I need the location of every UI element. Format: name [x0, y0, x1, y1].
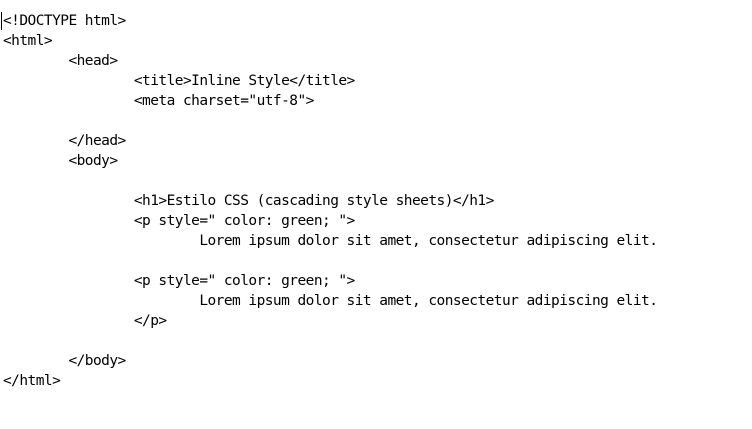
code-line[interactable]: </p> [3, 311, 657, 331]
code-text[interactable]: <!DOCTYPE html> <html> <head> <title>Inl… [3, 11, 658, 391]
code-line[interactable]: Lorem ipsum dolor sit amet, consectetur … [3, 291, 658, 311]
code-line[interactable]: </body> [3, 351, 657, 371]
code-line[interactable]: </head> [3, 131, 657, 151]
code-line[interactable] [3, 331, 657, 351]
code-line[interactable]: </html> [3, 371, 657, 391]
code-editor[interactable]: <!DOCTYPE html> <html> <head> <title>Inl… [0, 0, 752, 429]
code-line[interactable]: <html> [3, 31, 657, 51]
code-line[interactable]: <head> [3, 51, 657, 71]
code-line[interactable]: <p style=" color: green; "> [3, 271, 657, 291]
text-cursor [1, 12, 2, 30]
code-line[interactable]: <h1>Estilo CSS (cascading style sheets)<… [3, 191, 657, 211]
code-line[interactable]: <p style=" color: green; "> [3, 211, 657, 231]
code-line[interactable]: <!DOCTYPE html> [3, 11, 657, 31]
code-line[interactable]: Lorem ipsum dolor sit amet, consectetur … [3, 231, 658, 251]
code-line[interactable]: <body> [3, 151, 657, 171]
code-line[interactable] [3, 111, 657, 131]
code-line[interactable] [3, 171, 657, 191]
code-line[interactable]: <meta charset="utf-8"> [3, 91, 657, 111]
code-line[interactable]: <title>Inline Style</title> [3, 71, 657, 91]
code-line[interactable] [3, 251, 657, 271]
